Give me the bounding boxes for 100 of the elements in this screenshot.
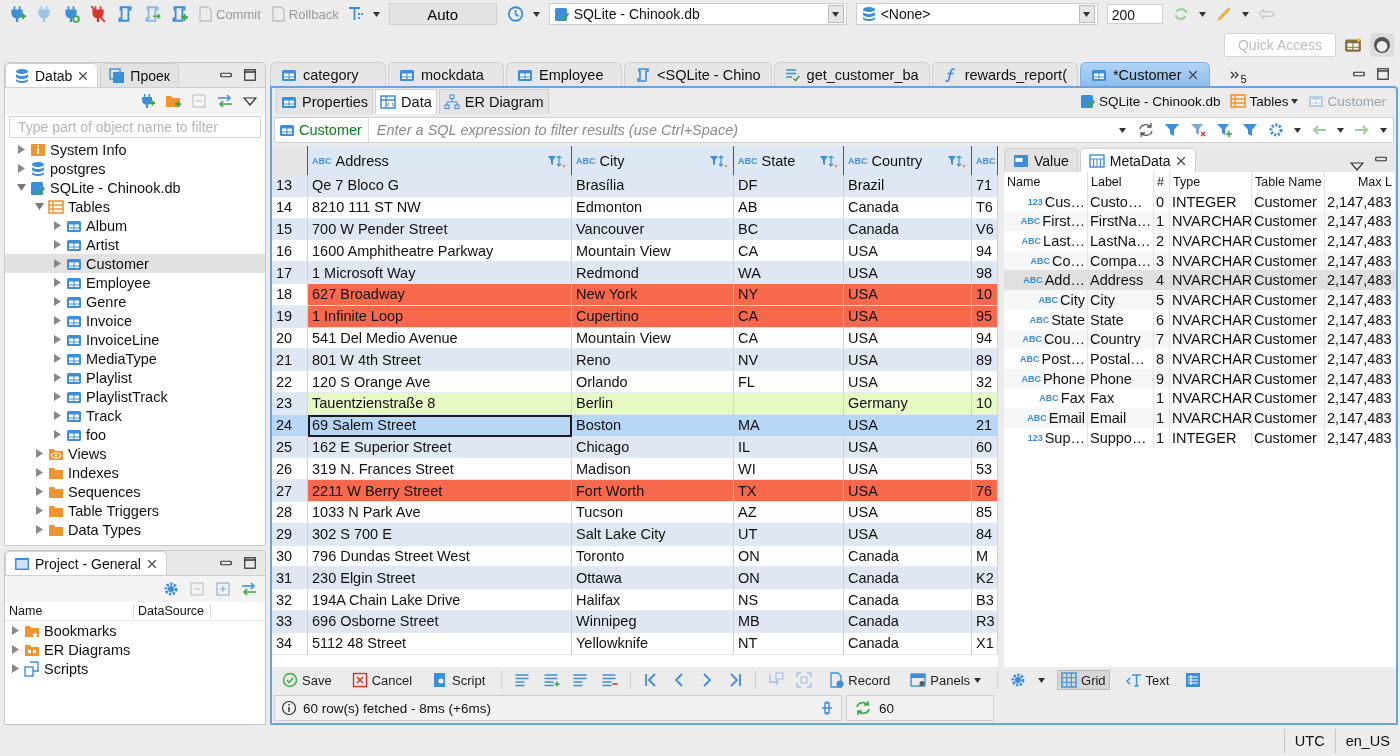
toolbar-button[interactable]: Script <box>428 670 490 690</box>
editor-tab[interactable]: category <box>270 62 386 86</box>
add-row-icon[interactable] <box>543 672 561 688</box>
tree-item[interactable]: ER Diagrams <box>5 640 265 659</box>
history-icon[interactable] <box>505 5 524 23</box>
caret-icon[interactable] <box>1291 97 1299 105</box>
expand-arrow-icon[interactable] <box>53 316 62 325</box>
filter-icon[interactable] <box>1242 122 1258 138</box>
toolbar-button[interactable]: Save <box>278 670 336 690</box>
view-menu-icon[interactable] <box>243 95 257 107</box>
settings-icon[interactable] <box>163 581 179 597</box>
tree-item[interactable]: Employee <box>5 273 265 292</box>
refresh-icon[interactable] <box>1138 122 1154 138</box>
caret-icon[interactable] <box>1083 10 1091 18</box>
panel-tab[interactable]: Project - General <box>5 551 167 575</box>
expand-arrow-icon[interactable] <box>11 645 20 654</box>
caret-icon[interactable] <box>1380 126 1387 134</box>
tree-item[interactable]: postgres <box>5 159 265 178</box>
table-cell[interactable]: ABC Email <box>1004 408 1088 428</box>
close-icon[interactable] <box>77 69 90 82</box>
panel-tab[interactable]: Datab <box>5 63 99 87</box>
row-number[interactable]: 30 <box>272 545 308 568</box>
editor-tab[interactable]: <SQLite - Chino <box>624 62 772 86</box>
panel-tab[interactable]: MetaData <box>1079 148 1197 172</box>
transaction-mode-button[interactable]: Auto <box>388 3 497 25</box>
row-number[interactable]: 19 <box>272 305 308 328</box>
expand-arrow-icon[interactable] <box>53 278 62 287</box>
tree-item[interactable]: Track <box>5 406 265 425</box>
row-number[interactable]: 31 <box>272 567 308 590</box>
column-header[interactable]: Name <box>1004 172 1088 192</box>
link-arrows-icon[interactable] <box>241 581 257 597</box>
caret-icon[interactable] <box>1038 676 1045 684</box>
script-arrow-icon[interactable] <box>143 5 161 23</box>
tree-item[interactable]: SQLite - Chinook.db <box>5 178 265 197</box>
settings-icon[interactable] <box>1268 122 1284 138</box>
tree-item[interactable]: Data Types <box>5 520 265 539</box>
maximize-icon[interactable] <box>1376 67 1390 81</box>
caret-icon[interactable] <box>1294 126 1301 134</box>
quick-access-field[interactable]: Quick Access <box>1224 33 1336 57</box>
table-cell[interactable]: ABC Post… <box>1004 349 1088 369</box>
caret-icon[interactable] <box>372 10 380 18</box>
last-icon[interactable] <box>727 672 744 688</box>
row-number[interactable]: 22 <box>272 371 308 393</box>
row-number[interactable]: 24 <box>272 414 308 437</box>
expand-arrow-icon[interactable] <box>35 468 44 477</box>
row-number[interactable]: 29 <box>272 523 308 546</box>
link-arrows-icon[interactable] <box>217 93 233 109</box>
expand-arrow-icon[interactable] <box>35 525 44 534</box>
connect-icon[interactable] <box>8 5 26 23</box>
expand-arrow-icon[interactable] <box>35 487 44 496</box>
connect-icon[interactable] <box>139 93 155 109</box>
row-number[interactable]: 28 <box>272 501 308 524</box>
table-cell[interactable]: 123 Sup… <box>1004 427 1088 448</box>
expand-arrow-icon[interactable] <box>53 354 62 363</box>
tree-item[interactable]: Table Triggers <box>5 501 265 520</box>
table-cell[interactable]: ABC State <box>1004 309 1088 330</box>
row-number[interactable]: 14 <box>272 196 308 219</box>
maximize-icon[interactable] <box>243 556 257 570</box>
expand-arrow-icon[interactable] <box>53 430 62 439</box>
delete-row-icon[interactable] <box>601 672 619 688</box>
tree-item[interactable]: Customer <box>5 254 265 273</box>
expand-arrow-icon[interactable] <box>53 297 62 306</box>
row-number[interactable]: 16 <box>272 240 308 263</box>
expand-arrow-icon[interactable] <box>11 626 20 635</box>
pin-icon[interactable] <box>819 700 835 716</box>
tree-item[interactable]: System Info <box>5 140 265 159</box>
close-icon[interactable] <box>1175 154 1188 167</box>
filter-sort-icon[interactable] <box>947 153 967 168</box>
tree-item[interactable]: Views <box>5 444 265 463</box>
row-number[interactable]: 23 <box>272 392 308 415</box>
expand-arrow-icon[interactable] <box>35 449 44 458</box>
tree-item[interactable]: InvoiceLine <box>5 330 265 349</box>
datasource-combo[interactable]: SQLite - Chinook.db <box>548 3 847 25</box>
expand-arrow-icon[interactable] <box>35 506 44 515</box>
reconnect-icon[interactable] <box>62 5 80 23</box>
column-header[interactable]: ABC City <box>572 146 734 176</box>
tree-item[interactable]: Bookmarks <box>5 621 265 640</box>
editor-tab[interactable]: rewards_report( <box>931 62 1078 86</box>
sql-filter-field[interactable]: Enter a SQL expression to filter results (use Ctrl+Space) <box>368 117 1113 143</box>
column-header[interactable]: ABC Country <box>844 146 972 176</box>
settings-icon[interactable] <box>1010 672 1026 688</box>
expand-arrow-icon[interactable] <box>53 259 62 268</box>
editor-tab[interactable]: get_customer_ba <box>773 62 930 86</box>
row-number[interactable]: 25 <box>272 436 308 459</box>
row-number[interactable]: 33 <box>272 610 308 633</box>
table-cell[interactable]: ABC Co… <box>1004 250 1088 271</box>
breadcrumb-item[interactable]: Tables <box>1230 93 1299 109</box>
expand-arrow-icon[interactable] <box>53 240 62 249</box>
caret-icon[interactable] <box>1119 126 1126 134</box>
script-icon[interactable] <box>116 5 134 23</box>
filter-clear-icon[interactable] <box>1190 122 1206 138</box>
maximize-icon[interactable] <box>243 68 257 82</box>
editor-tab[interactable]: mockdata <box>388 62 504 86</box>
editor-tab[interactable]: *Customer <box>1079 62 1211 86</box>
row-number[interactable]: 20 <box>272 327 308 350</box>
filter-sort-icon[interactable] <box>709 153 729 168</box>
row-number[interactable]: 15 <box>272 218 308 241</box>
caret-icon[interactable] <box>1337 126 1344 134</box>
tree-item[interactable]: Sequences <box>5 482 265 501</box>
row-number[interactable]: 32 <box>272 589 308 611</box>
